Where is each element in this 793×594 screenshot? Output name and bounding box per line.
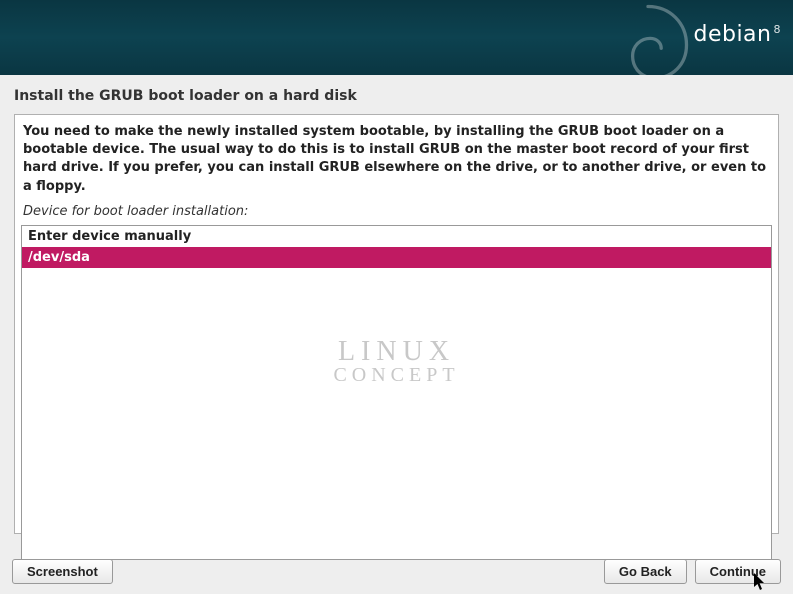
debian-swirl-icon	[593, 0, 703, 75]
brand-logo: debian8	[693, 22, 781, 47]
installer-header: debian8	[0, 0, 793, 75]
button-bar: Screenshot Go Back Continue	[0, 559, 793, 584]
continue-button[interactable]: Continue	[695, 559, 781, 584]
content-panel: You need to make the newly installed sys…	[14, 114, 779, 534]
go-back-button[interactable]: Go Back	[604, 559, 687, 584]
description-text: You need to make the newly installed sys…	[15, 115, 778, 202]
device-option-manual[interactable]: Enter device manually	[22, 226, 771, 247]
brand-version: 8	[774, 23, 782, 36]
page-title: Install the GRUB boot loader on a hard d…	[0, 75, 793, 114]
watermark-line2: CONCEPT	[333, 364, 459, 387]
watermark-line1: LINUX	[333, 336, 459, 368]
device-option-sda[interactable]: /dev/sda	[22, 247, 771, 268]
device-listbox[interactable]: Enter device manually /dev/sda LINUX CON…	[21, 225, 772, 560]
screenshot-button[interactable]: Screenshot	[12, 559, 113, 584]
brand-name: debian	[693, 22, 771, 47]
device-field-label: Device for boot loader installation:	[15, 202, 778, 223]
watermark: LINUX CONCEPT	[333, 336, 459, 387]
